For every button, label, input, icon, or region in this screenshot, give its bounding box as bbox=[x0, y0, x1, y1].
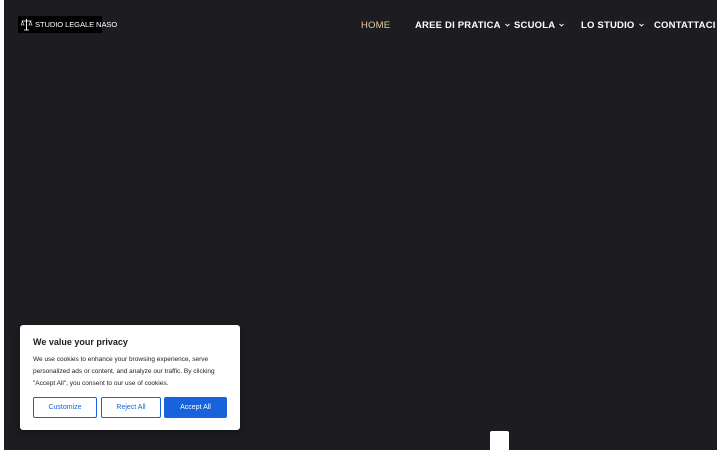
scroll-to-top-button[interactable] bbox=[490, 431, 509, 450]
site-logo[interactable]: STUDIO LEGALE NASO bbox=[18, 16, 117, 33]
reject-all-button[interactable]: Reject All bbox=[101, 397, 161, 418]
nav-item-label: CONTATTACI bbox=[654, 19, 716, 31]
logo-text: STUDIO LEGALE NASO bbox=[35, 20, 118, 29]
nav-item-contattaci[interactable]: CONTATTACI bbox=[654, 18, 716, 32]
chevron-down-icon bbox=[559, 23, 565, 27]
accept-all-button[interactable]: Accept All bbox=[164, 397, 227, 418]
nav-item-home[interactable]: HOME bbox=[361, 18, 390, 32]
nav-item-aree-di-pratica[interactable]: AREE DI PRATICA bbox=[415, 18, 510, 32]
nav-item-label: SCUOLA bbox=[514, 19, 556, 31]
nav-item-scuola[interactable]: SCUOLA bbox=[514, 18, 565, 32]
cookie-title: We value your privacy bbox=[33, 337, 128, 347]
chevron-down-icon bbox=[504, 23, 510, 27]
cookie-consent-banner: We value your privacy We use cookies to … bbox=[20, 325, 240, 430]
scales-of-justice-icon bbox=[20, 18, 33, 31]
nav-item-label: HOME bbox=[361, 19, 391, 31]
cookie-description: We use cookies to enhance your browsing … bbox=[33, 356, 215, 387]
nav-item-label: LO STUDIO bbox=[581, 19, 635, 31]
customize-button[interactable]: Customize bbox=[33, 397, 97, 418]
chevron-down-icon bbox=[638, 23, 644, 27]
nav-item-label: AREE DI PRATICA bbox=[415, 19, 501, 31]
nav-item-lo-studio[interactable]: LO STUDIO bbox=[581, 18, 644, 32]
